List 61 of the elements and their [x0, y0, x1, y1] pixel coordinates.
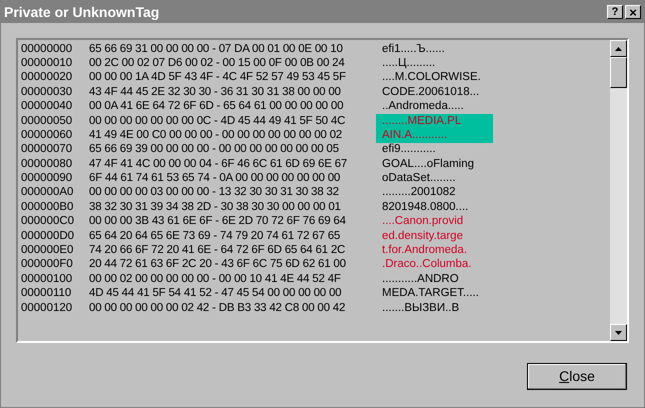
ascii-cell[interactable]: ....M.COLORWISE.: [376, 70, 493, 86]
hex-cell-text: 43 4F 44 45 2E 32 30 30 - 36 31 30 31 38 00 00 00: [89, 84, 342, 100]
hex-cell-text: 00 2C 00 02 07 D6 00 02 - 00 15 00 0F 00 0B 00 24: [89, 56, 346, 71]
hex-cell-text: 47 4F 41 4C 00 00 00 04 - 6F 46 6C 61 6D 69 6E 67: [89, 156, 348, 172]
ascii-cell[interactable]: oDataSet........: [376, 172, 493, 186]
offset-cell-text: 00000080: [21, 156, 74, 172]
up-arrow-icon: [615, 46, 622, 50]
hex-cell-text: 00 0A 41 6E 64 72 6F 6D - 65 64 61 00 00 00 00 00: [89, 99, 344, 114]
offset-cell-text: 00000020: [21, 70, 74, 86]
close-button[interactable]: ×: [625, 5, 641, 19]
hex-cell-text: 00 00 00 1A 4D 5F 43 4F - 4C 4F 52 57 49 53 45 5F: [89, 70, 347, 86]
hex-cell-text: 6F 44 61 74 61 53 65 74 - 0A 00 00 00 00 00 00 00: [89, 171, 342, 186]
hex-cell-text: 65 66 69 31 00 00 00 00 - 07 DA 00 01 00 0E 00 10: [89, 42, 344, 57]
offset-cell-text: 00000070: [21, 142, 74, 158]
offset-cell-text: 00000120: [21, 300, 74, 316]
scrollbar[interactable]: [610, 40, 627, 341]
hex-cell-text: 00 00 00 00 03 00 00 00 - 13 32 30 30 31 30 38 32: [89, 185, 340, 200]
offset-cell-text: 000000B0: [21, 200, 74, 215]
hex-cell-text: 20 44 72 61 63 6F 2C 20 - 43 6F 6C 75 6D 62 61 00: [89, 257, 347, 272]
ascii-cell[interactable]: .....Ц.........: [376, 56, 493, 71]
offset-cell-text: 000000D0: [21, 228, 76, 244]
down-arrow-icon: [615, 330, 622, 334]
offset-cell-text: 00000000: [21, 42, 74, 57]
hex-cell-text: 00 00 00 3B 43 61 6E 6F - 6E 2D 70 72 6F 76 69 64: [89, 214, 347, 230]
offset-cell-text: 00000110: [21, 286, 72, 302]
offset-cell-text: 000000A0: [21, 185, 74, 200]
hex-cell-text: 74 20 66 6F 72 20 41 6E - 64 72 6F 6D 65 64 61 2C: [89, 243, 346, 258]
window-title: Private or UnknownTag: [4, 2, 160, 22]
hex-cell-text: 4D 45 44 41 5F 54 41 52 - 47 45 54 00 00 00 00 00: [89, 286, 342, 302]
scroll-up-button[interactable]: [610, 40, 627, 57]
offset-cell-text: 00000010: [21, 56, 74, 71]
ascii-cell[interactable]: efi9...........: [376, 142, 493, 158]
ascii-cell[interactable]: CODE.20061018...: [376, 85, 493, 100]
ascii-cell[interactable]: 8201948.0800....: [376, 200, 493, 215]
close-dialog-button[interactable]: Close: [527, 363, 627, 390]
offset-cell-text: 00000060: [21, 128, 74, 143]
ascii-cell[interactable]: .......ВЫЗВИ..В: [376, 301, 493, 316]
ascii-cell[interactable]: ..Andromeda.....: [376, 100, 493, 114]
ascii-cell[interactable]: MEDA.TARGET.....: [376, 286, 493, 302]
offset-cell-text: 00000040: [21, 99, 74, 114]
offset-cell-text: 000000C0: [21, 214, 76, 230]
hex-cell-text: 65 64 20 64 65 6E 73 69 - 74 79 20 74 61 72 67 65: [89, 228, 342, 244]
ascii-cell[interactable]: ...........ANDRO: [376, 272, 493, 287]
offset-cell-text: 00000090: [21, 171, 74, 186]
hex-cell-text: 00 00 00 00 00 00 02 42 - DB B3 33 42 C8 00 00 42: [89, 300, 346, 316]
scroll-thumb[interactable]: [610, 57, 627, 88]
ascii-cell[interactable]: .........2001082: [376, 186, 493, 200]
offset-cell-text: 00000050: [21, 114, 74, 129]
hex-cell-text: 65 66 69 39 00 00 00 00 - 00 00 00 00 00 00 00 05: [89, 142, 340, 158]
ascii-cell[interactable]: GOAL....oFlaming: [376, 157, 493, 172]
hex-cell-text: 38 32 30 31 39 34 38 2D - 30 38 30 30 00 00 00 01: [89, 200, 342, 215]
hex-cell-text: 00 00 02 00 00 00 00 00 - 00 00 10 41 4E 44 52 4F: [89, 272, 342, 287]
help-button[interactable]: ?: [607, 5, 623, 19]
scroll-down-button[interactable]: [610, 324, 627, 341]
offset-cell-text: 00000100: [21, 272, 74, 287]
offset-cell-text: 000000E0: [21, 243, 74, 258]
hex-cell-text: 00 00 00 00 00 00 00 0C - 4D 45 44 49 41 5F 50 4C: [89, 114, 346, 129]
offset-cell-text: 000000F0: [21, 257, 74, 272]
hex-cell-text: 41 49 4E 00 C0 00 00 00 - 00 00 00 00 00 00 00 02: [89, 128, 343, 143]
offset-cell-text: 00000030: [21, 84, 74, 100]
ascii-cell[interactable]: efi1.....Ъ......: [376, 42, 493, 56]
